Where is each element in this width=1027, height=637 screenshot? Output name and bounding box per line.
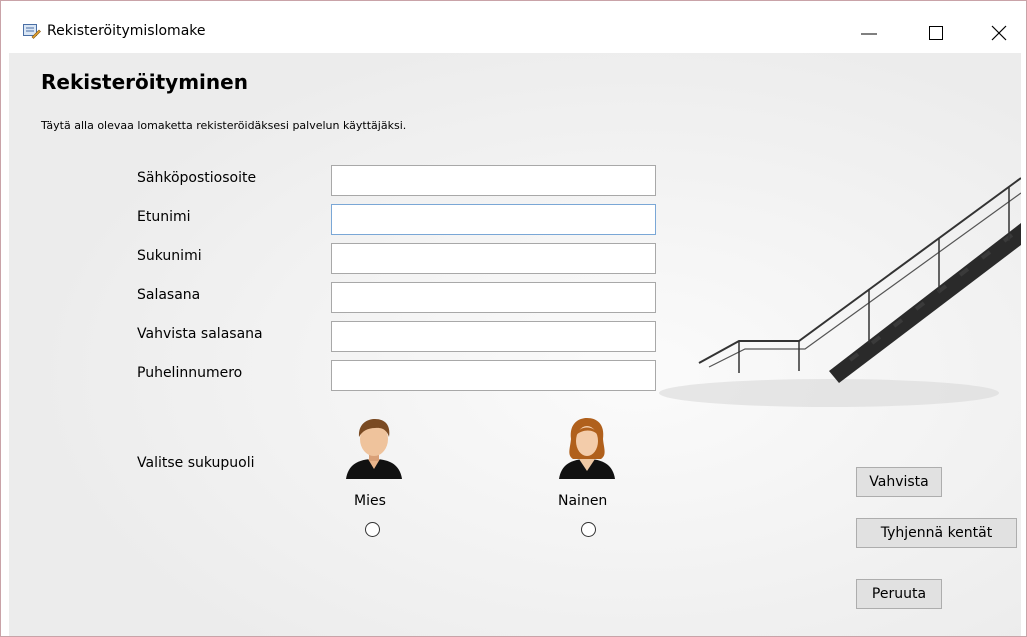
form-app-icon (23, 24, 41, 39)
app-window: Rekisteröitymislomake Rekisteröityminen … (0, 0, 1027, 637)
last-name-field[interactable] (331, 243, 656, 274)
close-button[interactable] (976, 15, 1022, 49)
password-field[interactable] (331, 282, 656, 313)
phone-field[interactable] (331, 360, 656, 391)
confirm-password-label: Vahvista salasana (137, 326, 263, 342)
page-title: Rekisteröityminen (41, 70, 248, 94)
close-icon (991, 25, 1007, 41)
confirm-button[interactable]: Vahvista (856, 467, 942, 497)
phone-label: Puhelinnumero (137, 365, 243, 381)
page-subtitle: Täytä alla olevaa lomaketta rekisteröidä… (41, 119, 407, 132)
maximize-button[interactable] (913, 15, 959, 49)
female-option-label: Nainen (558, 493, 608, 509)
confirm-password-field[interactable] (331, 321, 656, 352)
form-area: Rekisteröityminen Täytä alla olevaa loma… (9, 53, 1021, 636)
first-name-label: Etunimi (137, 209, 191, 225)
minimize-icon (861, 33, 877, 35)
female-avatar-icon (559, 418, 615, 479)
female-radio[interactable] (581, 522, 596, 537)
male-avatar-icon (346, 419, 402, 479)
cancel-button[interactable]: Peruuta (856, 579, 942, 609)
title-bar[interactable]: Rekisteröitymislomake (1, 1, 1026, 53)
minimize-button[interactable] (846, 15, 892, 49)
male-option-label: Mies (354, 493, 386, 509)
last-name-label: Sukunimi (137, 248, 202, 264)
gender-label: Valitse sukupuoli (137, 455, 255, 471)
male-radio[interactable] (365, 522, 380, 537)
first-name-field[interactable] (331, 204, 656, 235)
clear-fields-button[interactable]: Tyhjennä kentät (856, 518, 1017, 548)
email-label: Sähköpostiosoite (137, 170, 257, 186)
maximize-icon (929, 26, 943, 40)
password-label: Salasana (137, 287, 201, 303)
window-title: Rekisteröitymislomake (47, 23, 206, 39)
email-field[interactable] (331, 165, 656, 196)
